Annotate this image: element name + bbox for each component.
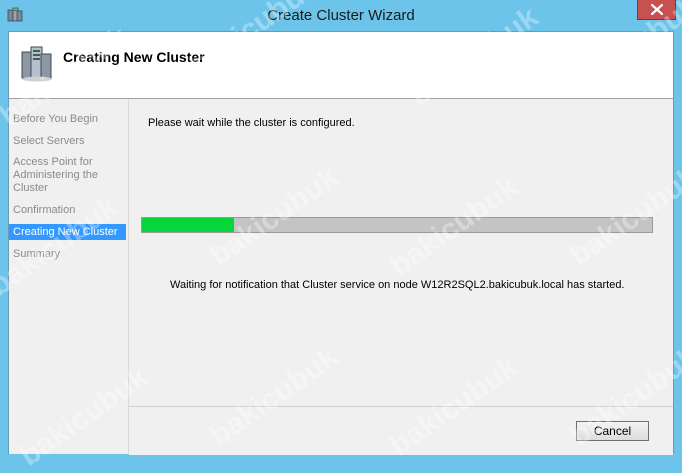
status-message: Waiting for notification that Cluster se… [170,279,625,291]
page-title: Creating New Cluster [63,49,205,65]
wizard-window: Create Cluster Wizard Creating New Clust… [0,0,682,473]
step-confirmation[interactable]: Confirmation [9,204,126,217]
window-title: Create Cluster Wizard [267,7,415,24]
wizard-steps-nav: Before You Begin Select Servers Access P… [9,99,129,454]
wait-message: Please wait while the cluster is configu… [148,117,355,129]
progress-bar [141,217,653,233]
server-cluster-icon [20,44,54,87]
step-before-you-begin[interactable]: Before You Begin [9,113,126,126]
wizard-content: Please wait while the cluster is configu… [129,99,673,405]
close-button[interactable] [637,0,676,20]
step-creating-new-cluster[interactable]: Creating New Cluster [9,224,126,240]
cancel-button[interactable]: Cancel [576,421,649,441]
wizard-footer: Cancel [129,406,673,455]
step-access-point[interactable]: Access Point for Administering the Clust… [9,156,126,195]
step-select-servers[interactable]: Select Servers [9,135,126,148]
wizard-header: Creating New Cluster [9,32,673,99]
progress-fill [142,218,234,232]
wizard-client-area: Creating New Cluster Before You Begin Se… [8,31,674,455]
step-summary[interactable]: Summary [9,248,126,261]
title-bar[interactable]: Create Cluster Wizard [0,0,682,31]
